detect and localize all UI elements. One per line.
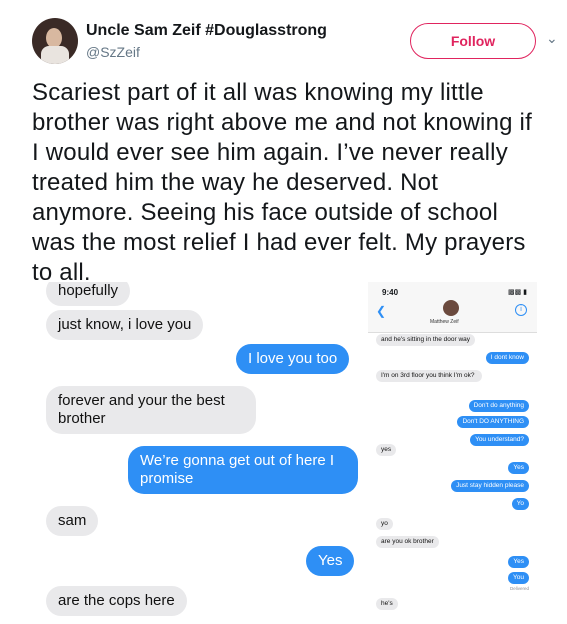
tweet-header: Uncle Sam Zeif #Douglasstrong @SzZeif Fo… [32, 18, 558, 68]
follow-button[interactable]: Follow [410, 23, 536, 59]
author-handle[interactable]: @SzZeif [86, 44, 140, 60]
info-icon[interactable]: i [515, 304, 527, 316]
chat-bubble: sam [46, 506, 99, 536]
chat-bubble: forever and your the best brother [46, 386, 256, 434]
delivered-label: Delivered [509, 586, 529, 591]
tweet-media[interactable]: hopefully just know, i love you I love y… [32, 282, 537, 624]
mini-bubble: and he's sitting in the door way [376, 334, 476, 346]
contact-avatar[interactable] [443, 300, 459, 316]
chat-screenshot-right: 9:40 ▩▩ ▮ ❮ Matthew Zeif i and he's sitt… [368, 282, 537, 624]
signal-wifi-battery-icon: ▩▩ ▮ [507, 289, 527, 296]
tweet-text: Scariest part of it all was knowing my l… [32, 79, 532, 286]
mini-bubble: he's [376, 598, 398, 610]
author-name[interactable]: Uncle Sam Zeif #Douglasstrong [86, 22, 327, 40]
mini-bubble: Yes [508, 462, 529, 474]
mini-bubble: yo [376, 518, 393, 530]
chat-bubble: hopefully [46, 282, 131, 306]
back-chevron-icon[interactable]: ❮ [376, 304, 386, 318]
chat-bubble: are the cops here [46, 586, 187, 616]
contact-name: Matthew Zeif [430, 319, 459, 325]
mini-bubble: Yo [511, 498, 529, 510]
status-time: 9:40 [382, 288, 399, 297]
chevron-down-icon[interactable]: ⌄ [546, 30, 558, 47]
mini-bubble: are you ok brother [376, 536, 439, 548]
mini-bubble: I dont know [485, 352, 529, 364]
chat-bubble: We’re gonna get out of here I promise [128, 446, 358, 494]
chat-screenshot-left: hopefully just know, i love you I love y… [32, 282, 364, 624]
mini-bubble: I'm on 3rd floor you think I'm ok? [376, 370, 482, 382]
mini-bubble: Yes [508, 556, 529, 568]
mini-bubble: You understand? [470, 434, 529, 446]
avatar[interactable] [32, 18, 78, 64]
mini-bubble: Don't DO ANYTHING [457, 416, 529, 428]
ios-header: 9:40 ▩▩ ▮ ❮ Matthew Zeif i [368, 282, 537, 333]
mini-bubble: yes [376, 444, 397, 456]
mini-bubble: Just stay hidden please [451, 480, 529, 492]
chat-bubble: I love you too [236, 344, 350, 374]
mini-bubble: Don't do anything [468, 400, 529, 412]
chat-bubble: Yes [306, 546, 355, 576]
chat-bubble: just know, i love you [46, 310, 204, 340]
mini-bubble: You [508, 572, 529, 584]
